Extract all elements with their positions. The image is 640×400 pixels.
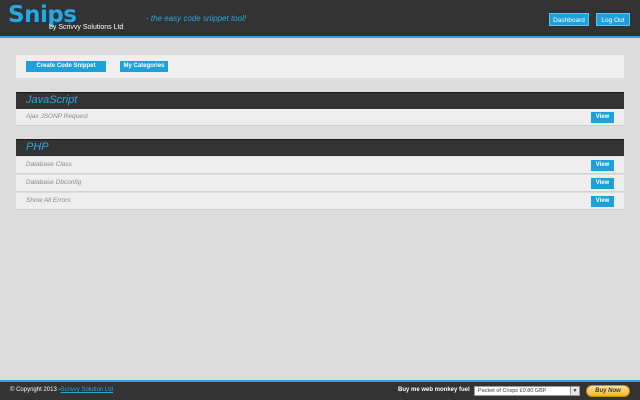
snippet-row: Database Class View xyxy=(16,157,624,174)
my-categories-button[interactable]: My Categories xyxy=(120,61,168,72)
view-button[interactable]: View xyxy=(591,196,614,207)
buy-now-button[interactable]: Buy Now xyxy=(586,385,630,397)
donation-select-value: Packet of Crisps £0.80 GBP xyxy=(478,388,547,394)
site-footer: © Copyright 2013 -Scrivvy Solution Ltd B… xyxy=(0,380,640,400)
company-link[interactable]: Scrivvy Solution Ltd xyxy=(60,387,113,393)
view-button[interactable]: View xyxy=(591,112,614,123)
copyright-text: © Copyright 2013 -Scrivvy Solution Ltd xyxy=(10,387,113,393)
snippet-label: Database Class xyxy=(26,161,72,168)
snippet-label: Show All Errors xyxy=(26,197,71,204)
chevron-down-icon: ▼ xyxy=(570,387,579,395)
action-toolbar: Create Code Snippet My Categories xyxy=(16,55,624,78)
copyright-label: © Copyright 2013 - xyxy=(10,387,61,393)
create-snippet-button[interactable]: Create Code Snippet xyxy=(26,61,106,72)
snippet-label: Database Dbconfig xyxy=(26,179,82,186)
snippet-row: Show All Errors View xyxy=(16,193,624,210)
logout-button[interactable]: Log Out xyxy=(596,13,630,26)
category-title: PHP xyxy=(26,141,49,153)
view-button[interactable]: View xyxy=(591,178,614,189)
snippet-label: Ajax JSONP Request xyxy=(26,113,88,120)
donation-select[interactable]: Packet of Crisps £0.80 GBP ▼ xyxy=(474,386,580,396)
site-tagline: - the easy code snippet tool! xyxy=(146,14,247,23)
category-header-php: PHP xyxy=(16,139,624,156)
snippet-row: Ajax JSONP Request View xyxy=(16,109,624,126)
donation-label: Buy me web monkey fuel xyxy=(398,387,470,393)
category-header-javascript: JavaScript xyxy=(16,92,624,109)
logo-byline: by Scrivvy Solutions Ltd xyxy=(49,24,124,31)
dashboard-button[interactable]: Dashboard xyxy=(549,13,589,26)
view-button[interactable]: View xyxy=(591,160,614,171)
category-title: JavaScript xyxy=(26,94,78,106)
site-header: Snips by Scrivvy Solutions Ltd - the eas… xyxy=(0,0,640,38)
snippet-row: Database Dbconfig View xyxy=(16,175,624,192)
